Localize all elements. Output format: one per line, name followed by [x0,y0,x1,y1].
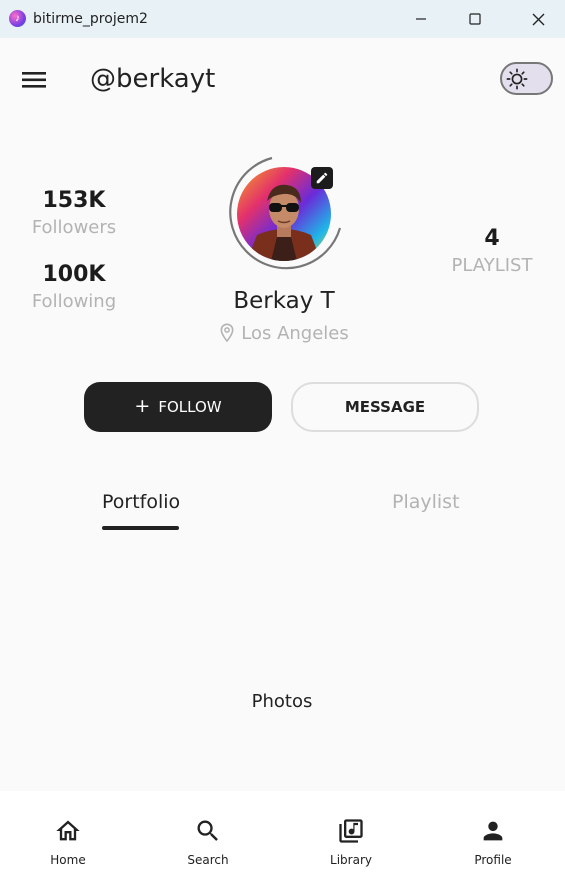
followers-stat[interactable]: 153K Followers [14,188,134,238]
profile-username: @berkayt [90,64,216,94]
following-count: 100K [42,262,106,287]
playlist-count: 4 [484,226,500,251]
app-icon: ♪ [9,10,26,27]
hamburger-menu-icon [22,72,46,88]
follow-button-label: FOLLOW [158,398,222,416]
nav-profile-label: Profile [474,853,512,867]
edit-avatar-button[interactable] [311,167,333,189]
nav-home[interactable]: Home [23,791,113,890]
message-button-label: MESSAGE [344,398,426,416]
nav-home-label: Home [50,853,86,867]
location-text: Los Angeles [241,322,349,344]
following-label: Following [31,291,117,312]
plus-icon: + [134,394,151,417]
nav-search[interactable]: Search [163,791,253,890]
minimize-button[interactable] [394,0,448,38]
home-icon [56,820,80,841]
nav-profile[interactable]: Profile [448,791,538,890]
edit-pencil-icon [316,172,328,184]
tab-playlist[interactable]: Playlist [392,491,460,513]
window-titlebar: ♪ bitirme_projem2 [0,0,565,38]
active-tab-indicator [102,526,179,530]
search-icon [197,820,218,841]
message-button[interactable]: MESSAGE [291,382,479,432]
person-icon [483,821,503,841]
followers-count: 153K [42,188,106,213]
minimize-icon [416,18,426,20]
hamburger-menu-button[interactable] [22,70,46,90]
maximize-button[interactable] [448,0,502,38]
follow-button[interactable]: + FOLLOW [84,382,272,432]
bottom-navigation: Home Search Library Profile [0,791,565,890]
close-button[interactable] [511,0,565,38]
theme-toggle[interactable] [500,62,553,95]
nav-search-label: Search [187,853,229,867]
location-pin-icon [220,323,234,343]
tab-portfolio[interactable]: Portfolio [102,491,180,513]
followers-label: Followers [31,217,117,238]
following-stat[interactable]: 100K Following [14,262,134,312]
theme-toggle-knob [504,66,529,91]
close-icon [532,13,544,25]
playlist-stat[interactable]: 4 PLAYLIST [432,226,552,276]
library-music-icon [339,819,363,843]
photos-placeholder: Photos [251,691,313,712]
avatar-container [224,154,344,274]
maximize-icon [469,13,481,25]
profile-display-name: Berkay T [233,288,335,314]
window-title: bitirme_projem2 [33,11,148,27]
playlist-label: PLAYLIST [451,255,533,276]
sun-icon [506,68,527,89]
profile-location: Los Angeles [184,320,384,346]
nav-library-label: Library [330,853,372,867]
nav-library[interactable]: Library [306,791,396,890]
